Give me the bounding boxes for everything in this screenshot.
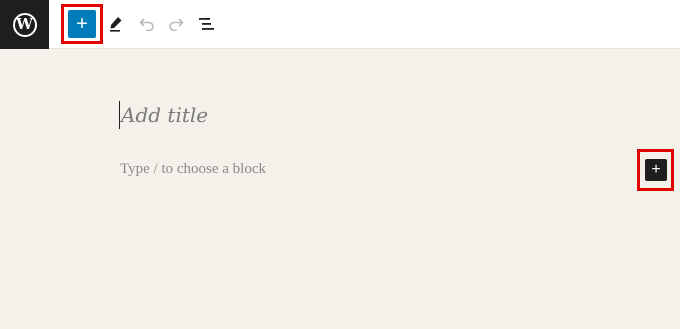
text-caret bbox=[119, 101, 120, 129]
redo-button[interactable] bbox=[164, 12, 188, 36]
block-inserter-toggle-button[interactable]: + bbox=[68, 10, 96, 38]
post-title-input[interactable]: Add title bbox=[119, 100, 208, 130]
add-block-button[interactable]: + bbox=[645, 159, 667, 181]
title-placeholder: Add title bbox=[121, 103, 209, 127]
undo-button[interactable] bbox=[135, 12, 159, 36]
redo-icon bbox=[169, 18, 184, 31]
editor-toolbar: W + bbox=[0, 0, 680, 49]
undo-icon bbox=[139, 18, 154, 31]
pencil-icon bbox=[110, 17, 122, 32]
list-view-icon bbox=[199, 18, 214, 30]
edit-tool-button[interactable] bbox=[104, 12, 128, 36]
block-appender-placeholder[interactable]: Type / to choose a block bbox=[120, 161, 266, 178]
plus-icon: + bbox=[76, 13, 88, 35]
wordpress-logo-icon[interactable]: W bbox=[0, 0, 49, 49]
list-view-button[interactable] bbox=[195, 12, 219, 36]
plus-icon: + bbox=[651, 161, 661, 178]
